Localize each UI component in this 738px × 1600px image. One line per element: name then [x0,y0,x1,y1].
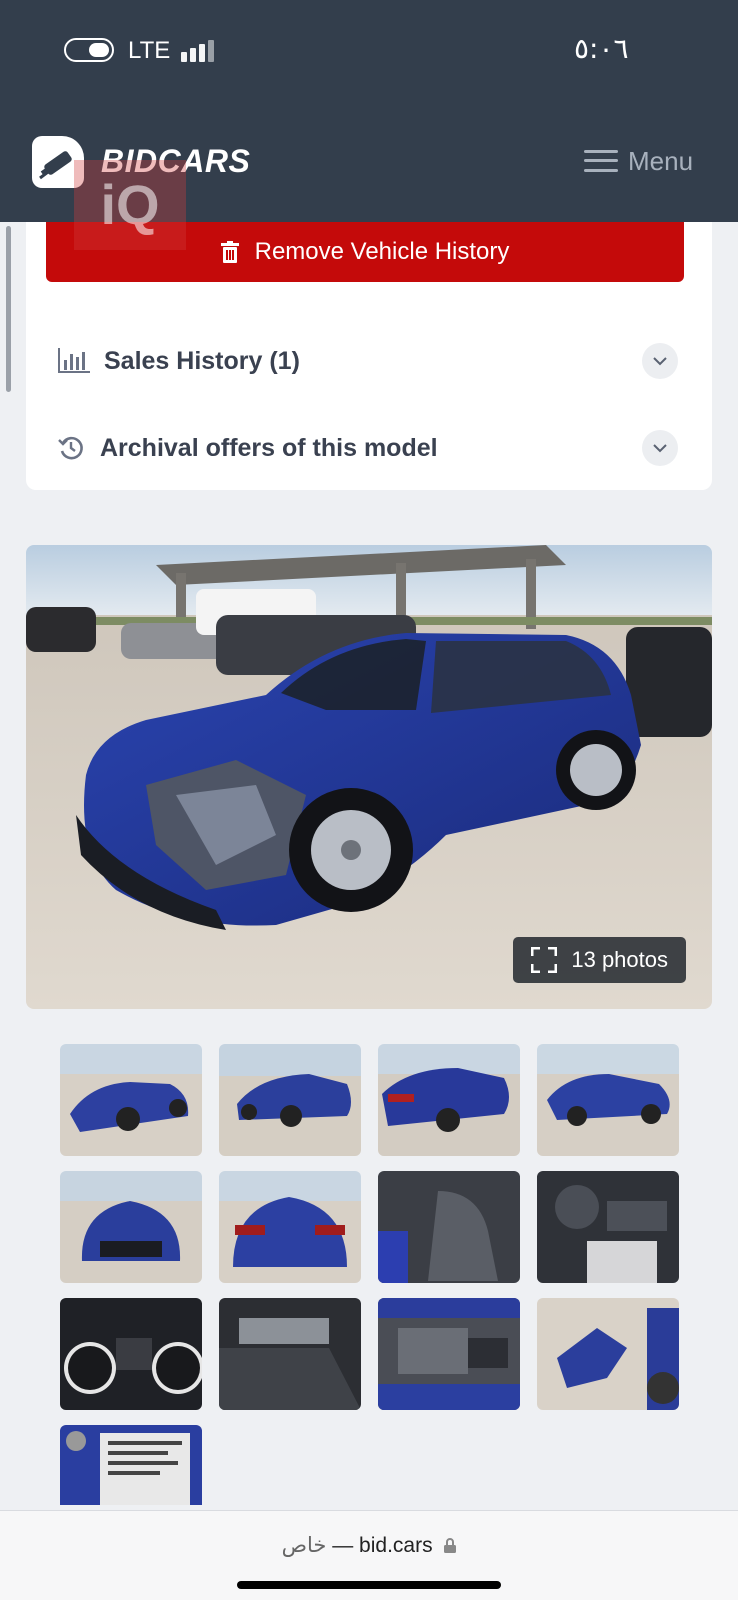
url-domain: bid.cars [359,1534,433,1557]
url-display[interactable]: خاص — bid.cars [0,1533,738,1558]
sales-history-accordion[interactable]: Sales History (1) [58,339,678,383]
thumbnail-exterior-rear-left-close[interactable] [378,1044,520,1156]
private-label: خاص [281,1534,327,1557]
network-type: LTE [128,37,171,64]
menu-label: Menu [628,145,694,176]
thumbnail-exterior-rear-left[interactable] [219,1044,361,1156]
chevron-down-icon[interactable] [642,343,678,379]
home-indicator[interactable] [237,1581,501,1589]
hamburger-icon [584,148,618,174]
main-vehicle-photo[interactable]: 13 photos [26,545,712,1009]
chevron-down-icon[interactable] [642,430,678,466]
url-separator: — [332,1534,354,1557]
thumbnail-interior-dashboard[interactable] [537,1171,679,1283]
status-bar: LTE ٥:٠٦ [0,0,738,100]
iq-watermark: iQ [74,160,186,250]
sales-history-label: Sales History (1) [104,346,300,375]
thumbnail-interior-front-seats[interactable] [378,1171,520,1283]
history-icon [58,436,83,460]
signal-icon [181,38,221,62]
lock-icon [444,1538,457,1553]
thumbnail-vin-label[interactable] [60,1425,202,1505]
archival-offers-accordion[interactable]: Archival offers of this model [58,426,678,470]
remove-button-label: Remove Vehicle History [254,238,510,265]
bar-chart-icon [58,348,90,373]
thumbnail-damaged-parts[interactable] [537,1298,679,1410]
thumbnail-exterior-front[interactable] [60,1171,202,1283]
archival-offers-label: Archival offers of this model [100,433,438,462]
photo-count-badge[interactable]: 13 photos [513,937,686,983]
vehicle-history-card: Remove Vehicle History Sales History (1)… [26,222,712,490]
thumbnail-exterior-rear[interactable] [219,1171,361,1283]
thumbnail-exterior-right-side[interactable] [537,1044,679,1156]
thumbnail-instrument-cluster[interactable] [60,1298,202,1410]
thumbnail-exterior-front-left[interactable] [60,1044,202,1156]
thumbnail-interior-rear-seats[interactable] [219,1298,361,1410]
photo-count-label: 13 photos [571,947,668,972]
thumbnail-engine-bay[interactable] [378,1298,520,1410]
fullscreen-icon [531,947,558,973]
browser-url-bar[interactable]: خاص — bid.cars [0,1510,738,1600]
battery-toggle-icon [64,38,114,62]
scroll-indicator[interactable] [6,226,11,392]
trash-icon [220,241,239,263]
clock: ٥:٠٦ [574,32,629,65]
menu-button[interactable]: Menu [584,144,693,178]
